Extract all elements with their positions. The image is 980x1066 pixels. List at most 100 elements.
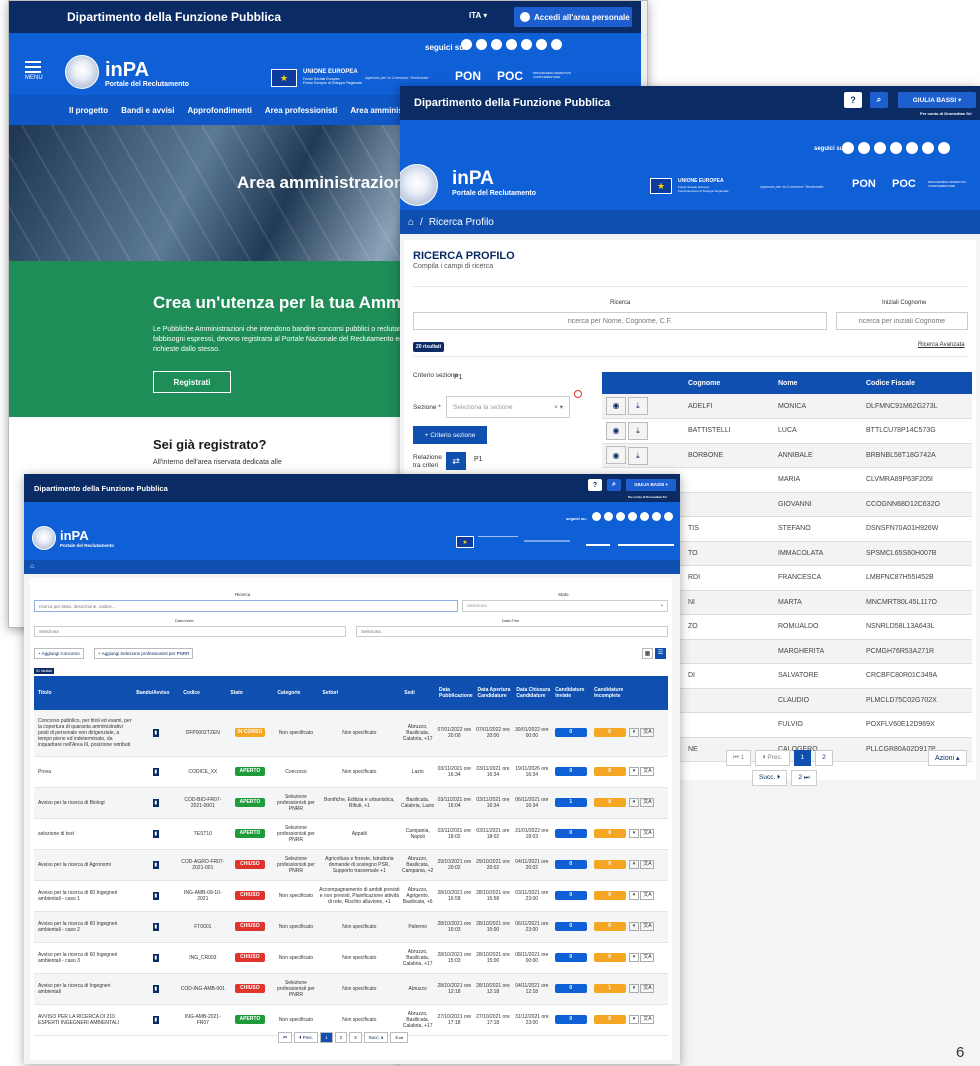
remove-criterio-icon[interactable] bbox=[574, 390, 582, 398]
nav-item-progetto[interactable]: Il progetto bbox=[69, 106, 108, 115]
translate-icon[interactable]: 文A bbox=[640, 728, 655, 738]
chevron-down-icon[interactable]: ▾ bbox=[629, 922, 640, 931]
login-button[interactable]: Accedi all'area personale bbox=[514, 7, 632, 27]
inviate-count[interactable]: 0 bbox=[554, 1015, 587, 1024]
linkedin-icon[interactable] bbox=[640, 512, 649, 521]
facebook-icon[interactable] bbox=[461, 39, 472, 50]
download-icon[interactable]: ⤓ bbox=[627, 397, 648, 416]
translate-icon[interactable]: 文A bbox=[640, 953, 655, 962]
page-last[interactable]: 2 ⏭ bbox=[791, 770, 817, 786]
incomplete-count[interactable]: 0 bbox=[593, 798, 626, 807]
lang-select[interactable]: ITA ▾ bbox=[469, 11, 487, 20]
menu-button[interactable]: MENU bbox=[25, 61, 43, 81]
instagram-icon[interactable] bbox=[616, 512, 625, 521]
search-icon[interactable]: ⌕ bbox=[607, 479, 621, 491]
inviate-count[interactable]: 0 bbox=[554, 984, 587, 993]
instagram-icon[interactable] bbox=[874, 142, 886, 154]
add-criterio-button[interactable]: + Criterio sezione bbox=[413, 426, 487, 444]
document-icon[interactable]: ▮ bbox=[152, 798, 159, 807]
home-icon[interactable]: ⌂ bbox=[408, 217, 414, 228]
document-icon[interactable]: ▮ bbox=[152, 984, 159, 993]
linkedin-icon[interactable] bbox=[521, 39, 532, 50]
search-input[interactable] bbox=[34, 600, 458, 612]
facebook-icon[interactable] bbox=[842, 142, 854, 154]
inviate-count[interactable]: 0 bbox=[554, 829, 587, 838]
translate-icon[interactable]: 文A bbox=[640, 798, 655, 807]
incomplete-count[interactable]: 0 bbox=[593, 767, 626, 776]
cell-titolo[interactable]: Avviso per la ricerca di Agronomi bbox=[34, 849, 133, 881]
incomplete-count[interactable]: 0 bbox=[593, 891, 626, 900]
view-eye-icon[interactable]: ◉ bbox=[606, 446, 626, 464]
cell-titolo[interactable]: Avviso per la ricerca di 60 Ingegneri am… bbox=[34, 942, 133, 974]
page-button-5[interactable]: Succ. ⏵ bbox=[363, 1032, 389, 1043]
twitter-icon[interactable] bbox=[858, 142, 870, 154]
incomplete-count[interactable]: 0 bbox=[593, 728, 626, 738]
stato-select[interactable]: Seleziona ▾ bbox=[462, 600, 668, 612]
incomplete-count[interactable]: 0 bbox=[593, 1015, 626, 1024]
chevron-down-icon[interactable]: ▾ bbox=[629, 767, 640, 776]
inviate-count[interactable]: 1 bbox=[554, 798, 587, 807]
telegram-icon[interactable] bbox=[652, 512, 661, 521]
inviate-count[interactable]: 0 bbox=[554, 767, 587, 776]
document-icon[interactable]: ▮ bbox=[152, 953, 159, 962]
translate-icon[interactable]: 文A bbox=[640, 984, 655, 993]
page-button-4[interactable]: 3 bbox=[349, 1032, 362, 1043]
add-selezione-button[interactable]: + Aggiungi Selezione professionisti per … bbox=[94, 648, 194, 659]
youtube-icon[interactable] bbox=[628, 512, 637, 521]
document-icon[interactable]: ▮ bbox=[152, 728, 159, 737]
cell-titolo[interactable]: Concorso pubblico, per titoli ed esami, … bbox=[34, 710, 133, 757]
document-icon[interactable]: ▮ bbox=[152, 860, 159, 869]
azioni-button[interactable]: Azioni ▴ bbox=[928, 750, 967, 766]
document-icon[interactable]: ▮ bbox=[152, 1015, 159, 1024]
youtube-icon[interactable] bbox=[890, 142, 902, 154]
translate-icon[interactable]: 文A bbox=[640, 891, 655, 900]
search-input[interactable] bbox=[413, 312, 827, 330]
brand-logo[interactable]: inPA bbox=[60, 528, 89, 543]
chevron-down-icon[interactable]: ▾ bbox=[629, 829, 640, 838]
chevron-down-icon[interactable]: ▾ bbox=[629, 728, 640, 738]
data-inizio-input[interactable] bbox=[34, 626, 346, 637]
user-menu[interactable]: GIULIA BASSI ▾ bbox=[626, 479, 676, 491]
page-button-6[interactable]: 6 ⏭ bbox=[390, 1032, 409, 1043]
inviate-count[interactable]: 0 bbox=[554, 728, 587, 738]
chevron-down-icon[interactable]: ▾ bbox=[629, 891, 640, 900]
inviate-count[interactable]: 0 bbox=[554, 953, 587, 962]
translate-icon[interactable]: 文A bbox=[640, 922, 655, 931]
linkedin-icon[interactable] bbox=[906, 142, 918, 154]
chevron-down-icon[interactable]: ▾ bbox=[629, 798, 640, 807]
share-icon[interactable] bbox=[664, 512, 673, 521]
page-2[interactable]: 2 bbox=[815, 750, 833, 766]
cell-titolo[interactable]: Avviso per la ricerca di 60 Ingegneri am… bbox=[34, 911, 133, 943]
nav-item-approfondimenti[interactable]: Approfondimenti bbox=[187, 106, 251, 115]
home-icon[interactable]: ⌂ bbox=[30, 563, 34, 570]
twitter-icon[interactable] bbox=[604, 512, 613, 521]
nav-item-bandi[interactable]: Bandi e avvisi bbox=[121, 106, 174, 115]
youtube-icon[interactable] bbox=[506, 39, 517, 50]
page-next[interactable]: Succ. ⏵ bbox=[752, 770, 788, 786]
user-menu[interactable]: GIULIA BASSI ▾ bbox=[898, 92, 976, 108]
chevron-down-icon[interactable]: ▾ bbox=[629, 953, 640, 962]
share-icon[interactable] bbox=[938, 142, 950, 154]
cell-titolo[interactable]: selezione di test bbox=[34, 818, 133, 850]
advanced-search-link[interactable]: Ricerca Avanzata bbox=[918, 342, 965, 348]
cell-titolo[interactable]: Avviso per la ricerca di Biologi bbox=[34, 787, 133, 819]
chevron-down-icon[interactable]: ▾ bbox=[629, 984, 640, 993]
data-fine-input[interactable] bbox=[356, 626, 668, 637]
download-icon[interactable]: ⤓ bbox=[627, 422, 648, 440]
cell-titolo[interactable]: AVVISO PER LA RICERCA DI 210 ESPERTI ING… bbox=[34, 1004, 133, 1036]
cell-titolo[interactable]: Avviso per la ricerca di Ingegneri ambie… bbox=[34, 973, 133, 1005]
document-icon[interactable]: ▮ bbox=[152, 891, 159, 900]
sezione-select[interactable]: Seleziona la sezione × ▾ bbox=[446, 396, 570, 418]
brand-logo[interactable]: inPA bbox=[452, 168, 494, 190]
inviate-count[interactable]: 0 bbox=[554, 891, 587, 900]
help-icon[interactable]: ? bbox=[588, 479, 602, 491]
list-view-icon[interactable]: ☰ bbox=[655, 648, 666, 659]
document-icon[interactable]: ▮ bbox=[152, 922, 159, 931]
translate-icon[interactable]: 文A bbox=[640, 860, 655, 869]
add-concorso-button[interactable]: + Aggiungi Concorso bbox=[34, 648, 84, 659]
telegram-icon[interactable] bbox=[922, 142, 934, 154]
grid-view-icon[interactable]: ▦ bbox=[642, 648, 653, 659]
initials-input[interactable] bbox=[836, 312, 968, 330]
facebook-icon[interactable] bbox=[592, 512, 601, 521]
inviate-count[interactable]: 0 bbox=[554, 860, 587, 869]
